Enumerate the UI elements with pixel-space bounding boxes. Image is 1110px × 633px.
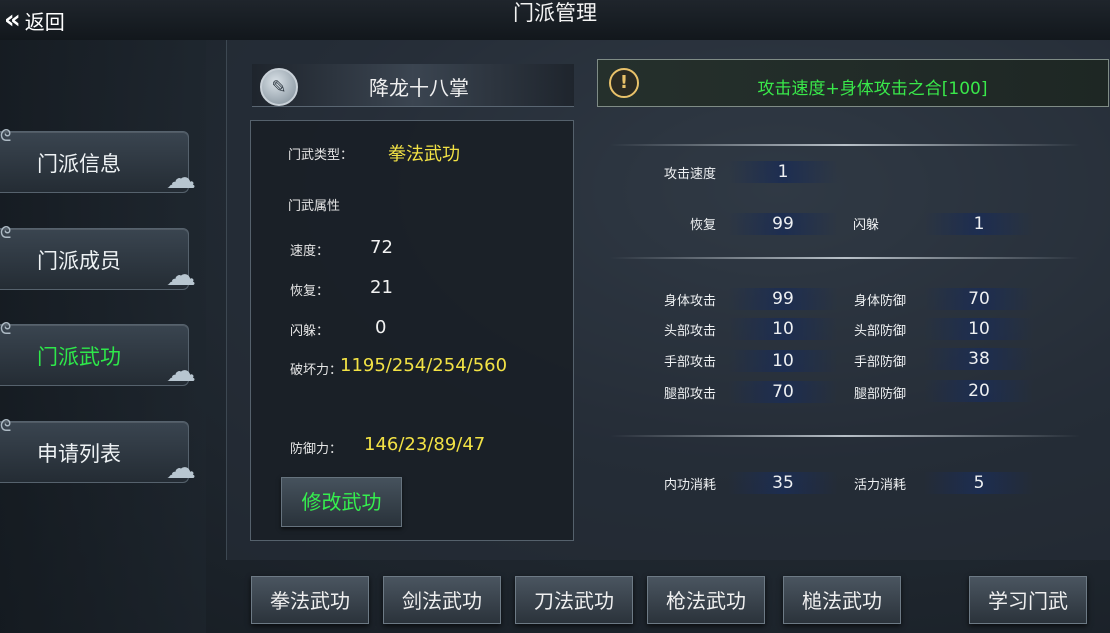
destroy-label: 破坏力： xyxy=(290,363,343,378)
cloud-icon: ☁ xyxy=(166,451,196,486)
sidebar-item-label: 门派武功 xyxy=(37,345,121,369)
cloud-icon: ☁ xyxy=(166,258,196,293)
body-defense-label: 身体防御 xyxy=(853,294,906,309)
notice-text: 攻击速度+身体攻击之合[100] xyxy=(757,79,988,99)
dodge-stat-value: 1 xyxy=(924,213,1034,235)
hand-defense-value: 38 xyxy=(924,348,1034,370)
swirl-icon: ᘓ xyxy=(0,126,12,145)
swirl-icon: ᘓ xyxy=(0,223,12,242)
sidebar-item-sect-members[interactable]: ᘓ 门派成员 ☁ xyxy=(0,223,196,293)
leg-defense-value: 20 xyxy=(924,380,1034,402)
body-attack-label: 身体攻击 xyxy=(663,294,716,309)
head-attack-label: 头部攻击 xyxy=(663,324,716,339)
blade-arts-button[interactable]: 刀法武功 xyxy=(515,576,633,624)
recover-stat-label: 恢复 xyxy=(689,218,716,233)
recover-value: 21 xyxy=(370,277,393,298)
fist-arts-button[interactable]: 拳法武功 xyxy=(251,576,369,624)
sidebar-item-application-list[interactable]: ᘓ 申请列表 ☁ xyxy=(0,416,196,486)
swirl-icon: ᘓ xyxy=(0,416,12,435)
attr-label: 门武属性 xyxy=(288,199,341,214)
exclamation-icon: ! xyxy=(609,68,639,98)
sidebar-item-label: 申请列表 xyxy=(37,442,121,466)
body-defense-value: 70 xyxy=(924,288,1034,310)
learn-sect-art-button[interactable]: 学习门武 xyxy=(969,576,1087,624)
dodge-label: 闪躲： xyxy=(290,324,330,339)
cloud-icon: ☁ xyxy=(166,354,196,389)
pencil-icon[interactable]: ✎ xyxy=(260,68,298,106)
hand-attack-label: 手部攻击 xyxy=(663,355,716,370)
divider xyxy=(610,144,1080,146)
cloud-icon: ☁ xyxy=(166,161,196,196)
attack-speed-value: 1 xyxy=(728,161,838,183)
defense-value: 146/23/89/47 xyxy=(364,434,486,455)
sidebar-item-label: 门派成员 xyxy=(37,249,121,273)
inner-cost-label: 内功消耗 xyxy=(663,478,716,493)
leg-attack-label: 腿部攻击 xyxy=(663,387,716,402)
attack-speed-label: 攻击速度 xyxy=(663,167,716,182)
sword-arts-button[interactable]: 剑法武功 xyxy=(383,576,501,624)
destroy-value: 1195/254/254/560 xyxy=(340,355,508,376)
head-defense-label: 头部防御 xyxy=(853,324,906,339)
sidebar-item-label: 门派信息 xyxy=(37,152,121,176)
divider xyxy=(610,435,1080,437)
divider xyxy=(610,257,1080,259)
speed-value: 72 xyxy=(370,237,393,258)
club-arts-button[interactable]: 槌法武功 xyxy=(783,576,901,624)
edit-martial-art-button[interactable]: 修改武功 xyxy=(281,477,402,527)
dodge-stat-label: 闪躲 xyxy=(852,218,879,233)
vigor-cost-value: 5 xyxy=(924,472,1034,494)
dodge-value: 0 xyxy=(375,317,387,338)
defense-label: 防御力： xyxy=(290,442,343,457)
skill-name: 降龙十八掌 xyxy=(369,76,469,100)
swirl-icon: ᘓ xyxy=(0,319,12,338)
vigor-cost-label: 活力消耗 xyxy=(853,478,906,493)
type-value: 拳法武功 xyxy=(388,144,460,165)
recover-label: 恢复： xyxy=(290,284,330,299)
speed-label: 速度： xyxy=(290,244,330,259)
page-title: 门派管理 xyxy=(513,1,597,25)
sidebar-item-sect-info[interactable]: ᘓ 门派信息 ☁ xyxy=(0,126,196,196)
hand-defense-label: 手部防御 xyxy=(853,355,906,370)
head-defense-value: 10 xyxy=(924,318,1034,340)
sidebar-item-sect-martial-arts[interactable]: ᘓ 门派武功 ☁ xyxy=(0,319,196,389)
leg-defense-label: 腿部防御 xyxy=(853,387,906,402)
spear-arts-button[interactable]: 枪法武功 xyxy=(647,576,765,624)
type-label: 门武类型： xyxy=(288,148,354,163)
